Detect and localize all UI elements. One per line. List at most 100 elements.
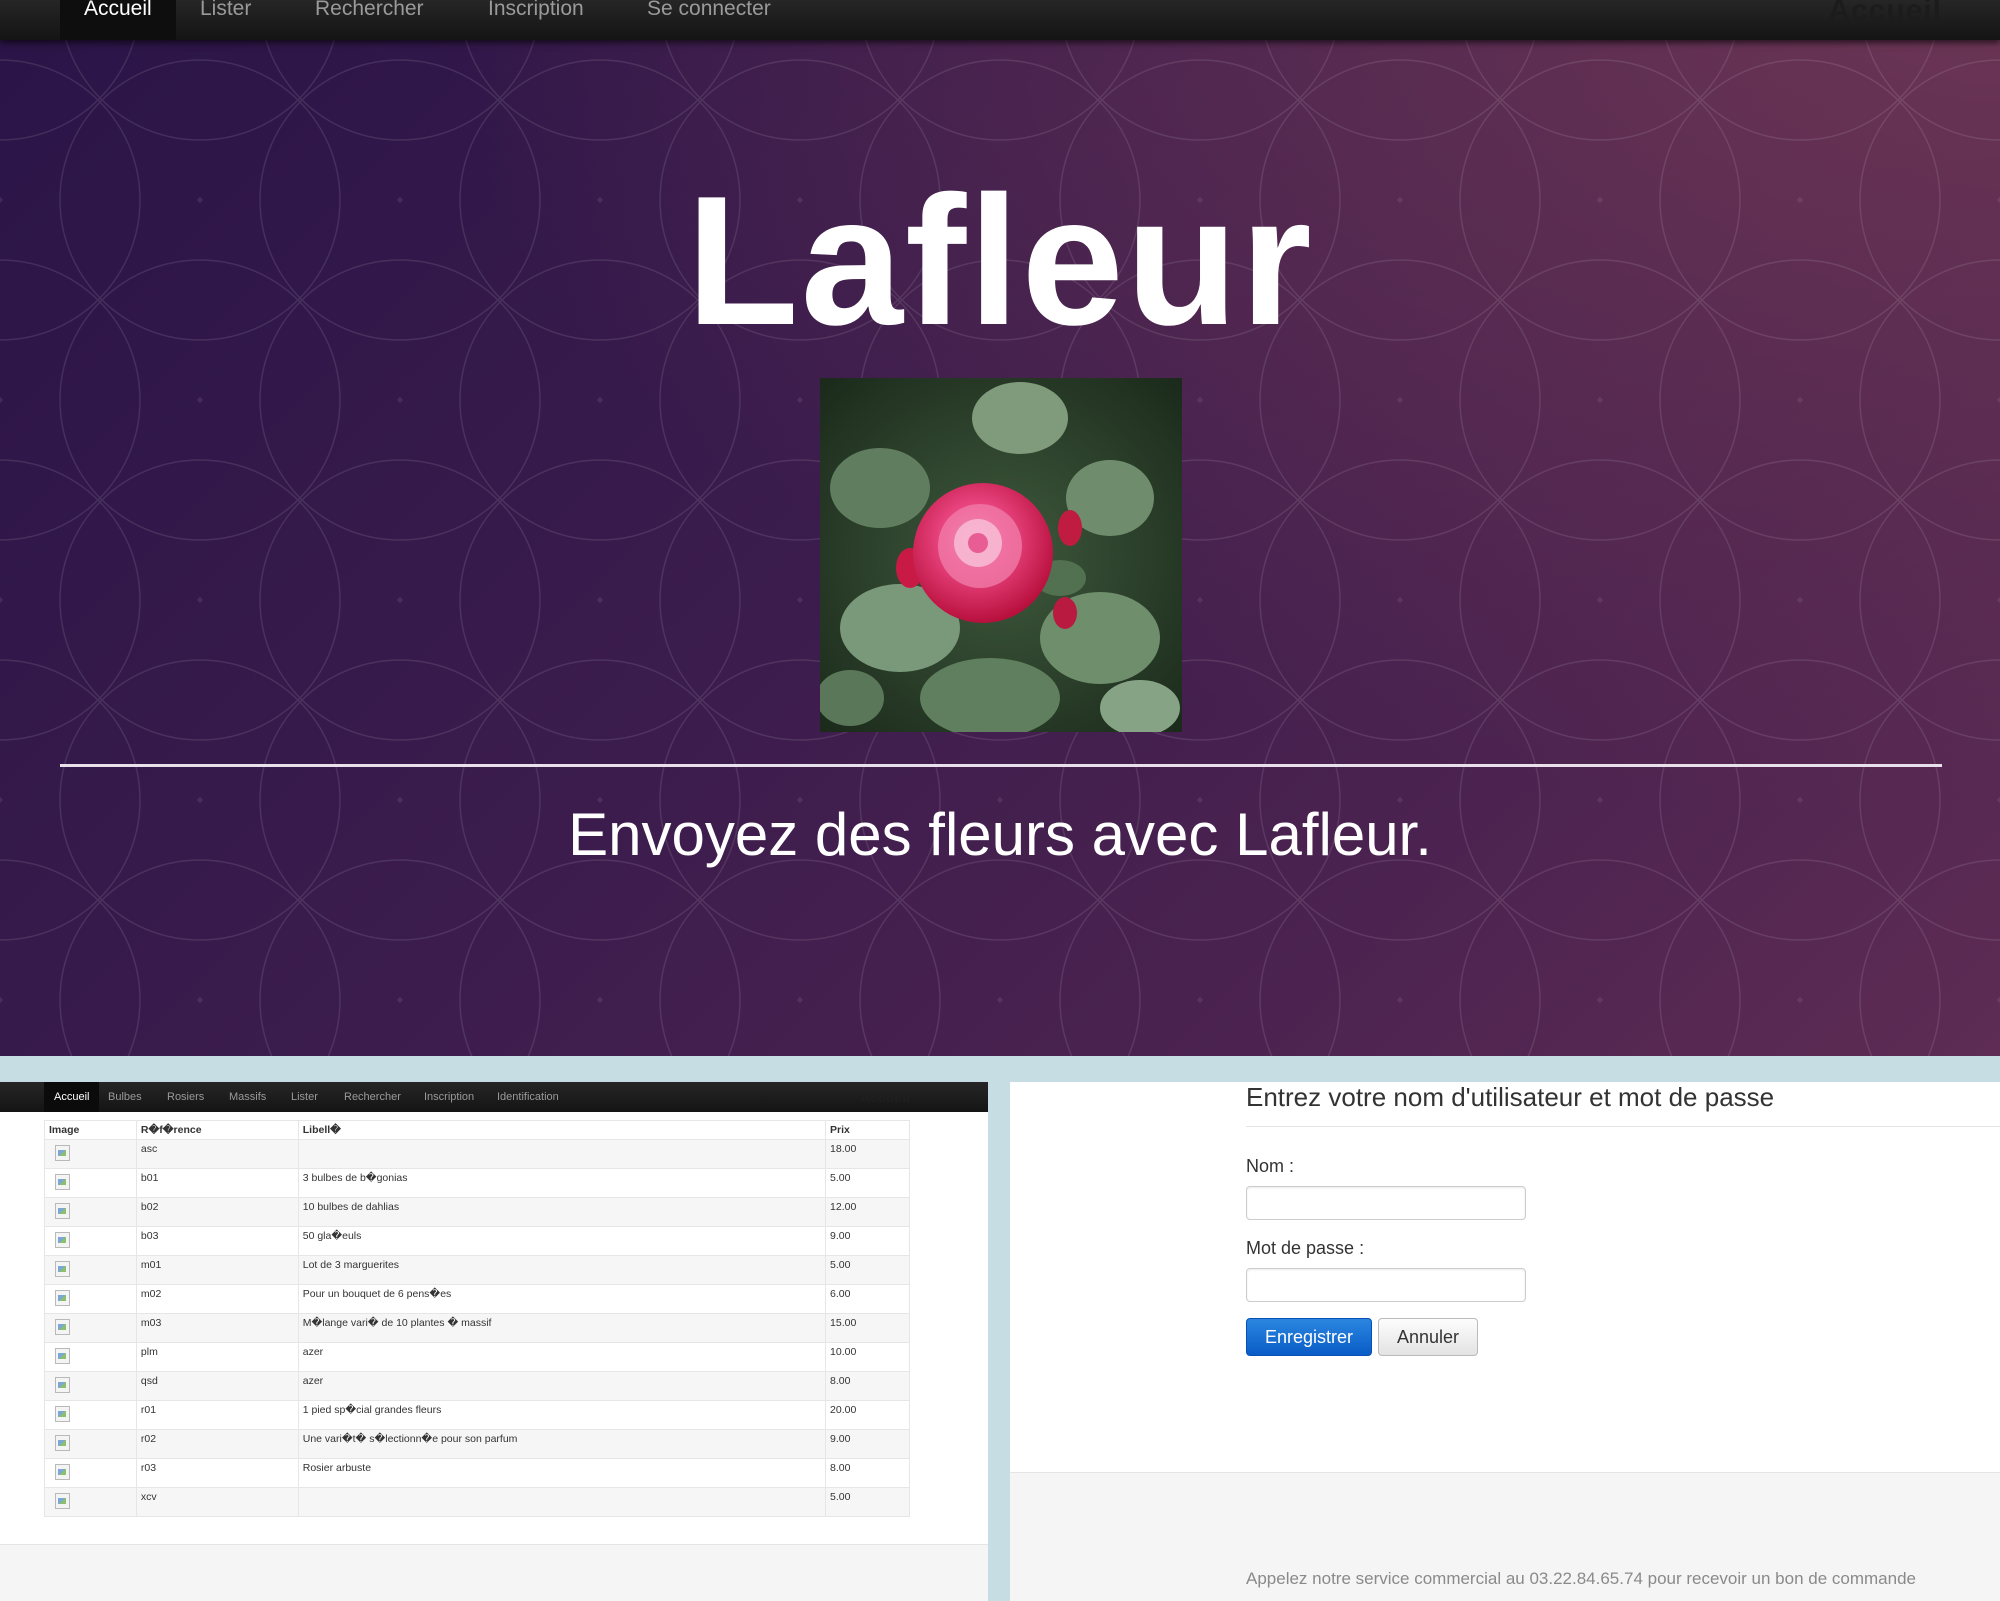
label-cell: 1 pied sp�cial grandes fleurs [297,1400,827,1430]
price-cell: 10.00 [825,1342,910,1372]
broken-image-icon [55,1493,70,1509]
broken-image-icon [55,1290,70,1306]
label-cell: azer [297,1342,827,1372]
broken-image-icon [55,1406,70,1422]
table-header-row: Image R�f�rence Libell� Prix [44,1120,910,1140]
price-cell: 8.00 [825,1371,910,1401]
price-cell: 5.00 [825,1168,910,1198]
table-row: qsd azer 8.00 [44,1371,910,1401]
table-row: m03 M�lange vari� de 10 plantes � massif 1… [44,1313,910,1343]
reference-cell: xcv [135,1487,299,1517]
table-row: xcv 5.00 [44,1487,910,1517]
top-navbar: Accueil Lister Rechercher Inscription Se… [0,0,2000,40]
hero-banner: Accueil Lister Rechercher Inscription Se… [0,0,2000,1056]
reference-cell: asc [135,1139,299,1169]
broken-image-icon [55,1319,70,1335]
nav-item-se-connecter[interactable]: Se connecter [647,0,771,40]
nav-item-rechercher[interactable]: Rechercher [315,0,424,40]
product-table-body: asc 18.00 b01 3 bulbes de b�gonias 5.00 b02 10… [44,1139,910,1517]
image-cell [44,1429,137,1459]
broken-image-icon [55,1232,70,1248]
table-row: m02 Pour un bouquet de 6 pens�es 6.00 [44,1284,910,1314]
table-row: r01 1 pied sp�cial grandes fleurs 20.00 [44,1400,910,1430]
product-list-page: Accueil Bulbes Rosiers Massifs Lister Re… [0,1082,988,1601]
login-title: Entrez votre nom d'utilisateur et mot de… [1246,1082,1775,1112]
reference-cell: r01 [135,1400,299,1430]
table-row: b01 3 bulbes de b�gonias 5.00 [44,1168,910,1198]
broken-image-icon [55,1203,70,1219]
label-cell: Rosier arbuste [297,1458,827,1488]
name-field[interactable] [1246,1186,1526,1220]
reference-cell: plm [135,1342,299,1372]
label-cell: 50 gla�euls [297,1226,827,1256]
label-cell: M�lange vari� de 10 plantes � massif [297,1313,827,1343]
reference-cell: m01 [135,1255,299,1285]
product-table: Image R�f�rence Libell� Prix asc 18.00 b01… [44,1120,910,1517]
cancel-button[interactable]: Annuler [1378,1318,1478,1356]
reference-cell: m02 [135,1284,299,1314]
nav-item-identification[interactable]: Identification [497,1082,559,1112]
hero-tagline: Envoyez des fleurs avec Lafleur. [568,801,1432,868]
navbar-brand[interactable]: Accueil [1828,0,1942,28]
price-cell: 5.00 [825,1487,910,1517]
label-cell: Une vari�t� s�lectionn�e pour son parfum [297,1429,827,1459]
name-label: Nom : [1246,1156,1295,1176]
reference-cell: r02 [135,1429,299,1459]
image-cell [44,1313,137,1343]
divider [60,764,1942,767]
nav-item-bulbes[interactable]: Bulbes [108,1082,142,1112]
reference-cell: b03 [135,1226,299,1256]
image-cell [44,1226,137,1256]
price-cell: 12.00 [825,1197,910,1227]
navbar-brand[interactable]: Accueil [860,1082,910,1112]
broken-image-icon [55,1174,70,1190]
table-row: b03 50 gla�euls 9.00 [44,1226,910,1256]
reference-cell: m03 [135,1313,299,1343]
image-cell [44,1139,137,1169]
image-cell [44,1487,137,1517]
table-row: plm azer 10.00 [44,1342,910,1372]
reference-cell: b01 [135,1168,299,1198]
image-cell [44,1284,137,1314]
hero-title: Lafleur [686,157,1314,363]
save-button[interactable]: Enregistrer [1246,1318,1372,1356]
nav-item-accueil[interactable]: Accueil [60,0,176,40]
image-cell [44,1255,137,1285]
page-footer: Appelez notre service commercial au 03.2… [1010,1472,2000,1601]
password-field[interactable] [1246,1268,1526,1302]
divider [1246,1126,2000,1127]
label-cell [297,1139,827,1169]
login-page: Entrez votre nom d'utilisateur et mot de… [1010,1082,2000,1601]
label-cell [297,1487,827,1517]
password-label: Mot de passe : [1246,1238,1365,1258]
image-cell [44,1371,137,1401]
broken-image-icon [55,1145,70,1161]
page-footer [0,1544,988,1601]
broken-image-icon [55,1464,70,1480]
column-header-image: Image [44,1120,137,1140]
nav-item-inscription[interactable]: Inscription [424,1082,474,1112]
rose-photo [820,378,1182,732]
broken-image-icon [55,1377,70,1393]
column-header-price: Prix [825,1120,910,1140]
nav-item-rosiers[interactable]: Rosiers [167,1082,204,1112]
broken-image-icon [55,1435,70,1451]
nav-item-rechercher[interactable]: Rechercher [344,1082,401,1112]
nav-item-lister[interactable]: Lister [291,1082,318,1112]
image-cell [44,1400,137,1430]
label-cell: 3 bulbes de b�gonias [297,1168,827,1198]
image-cell [44,1168,137,1198]
image-cell [44,1197,137,1227]
nav-item-lister[interactable]: Lister [200,0,251,40]
broken-image-icon [55,1261,70,1277]
label-cell: 10 bulbes de dahlias [297,1197,827,1227]
nav-item-accueil[interactable]: Accueil [44,1082,100,1112]
image-cell [44,1342,137,1372]
footer-text: Appelez notre service commercial au 03.2… [1246,1569,1916,1588]
nav-item-massifs[interactable]: Massifs [229,1082,266,1112]
table-row: m01 Lot de 3 marguerites 5.00 [44,1255,910,1285]
price-cell: 6.00 [825,1284,910,1314]
label-cell: Lot de 3 marguerites [297,1255,827,1285]
price-cell: 20.00 [825,1400,910,1430]
nav-item-inscription[interactable]: Inscription [488,0,584,40]
